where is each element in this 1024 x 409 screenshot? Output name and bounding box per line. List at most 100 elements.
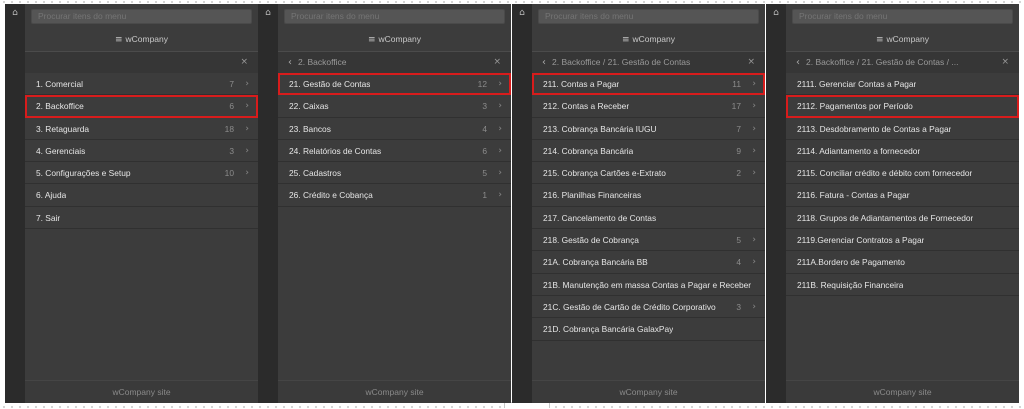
menu-item-label: 217. Cancelamento de Contas xyxy=(543,212,657,223)
home-icon[interactable]: ⌂ xyxy=(262,7,274,19)
menu-item[interactable]: 3. Retaguarda 18 › xyxy=(25,118,258,140)
submenu-count: 6 xyxy=(482,145,487,156)
menu-item-label: 211A.Bordero de Pagamento xyxy=(797,257,905,268)
search-input[interactable] xyxy=(284,9,505,24)
menu-panel: ⌂≡wCompany‹2. Backoffice / 21. Gestão de… xyxy=(512,4,765,403)
menu-panel: ⌂ ≡wCompany‹ 2. Backoffice / 21. Gestão de… xyxy=(766,4,1019,403)
menu-item[interactable]: 213. Cobrança Bancária IUGU 7 › xyxy=(532,118,765,140)
menu-item-label: 211. Contas a Pagar xyxy=(543,79,620,89)
menu-item-label: 2119.Gerenciar Contratos a Pagar xyxy=(797,235,925,246)
menu-path-header: ‹ 2. Backoffice / 21. Gestão de Contas / … xyxy=(786,52,1019,73)
menu-item[interactable]: 6. Ajuda xyxy=(25,184,258,207)
menu-item-label: 21B. Manutenção em massa Contas a Pagar … xyxy=(543,279,752,290)
menu-item[interactable]: 25. Cadastros 5 › xyxy=(278,162,511,185)
close-icon[interactable]: × xyxy=(240,52,248,73)
home-icon[interactable]: ⌂ xyxy=(770,7,782,19)
close-icon[interactable]: × xyxy=(493,52,501,73)
home-icon[interactable]: ⌂ xyxy=(516,7,528,19)
submenu-count: 11 xyxy=(732,79,741,89)
submenu-count: 2 xyxy=(736,168,741,179)
menu-item-label: 2111. Gerenciar Contas a Pagar xyxy=(797,79,917,89)
menu-item-label: 21C. Gestão de Cartão de Crédito Corpora… xyxy=(543,301,716,312)
submenu-count: 5 xyxy=(482,168,487,179)
menu-item[interactable]: 216. Planilhas Financeiras xyxy=(532,184,765,207)
menu-item-label: 24. Relatórios de Contas xyxy=(289,145,382,156)
menu-item[interactable]: 4. Gerenciais 3 › xyxy=(25,140,258,163)
brand-header[interactable]: ≡ wCompany xyxy=(278,28,511,50)
brand-label: wCompany xyxy=(378,34,422,44)
menu-item[interactable]: 21. Gestão de Contas 12 › xyxy=(278,73,511,96)
menu-item[interactable]: 2118. Grupos de Adiantamentos de Fornece… xyxy=(786,207,1019,230)
submenu-count: 3 xyxy=(482,101,487,112)
breadcrumb: 2. Backoffice xyxy=(298,57,347,67)
footer-link[interactable]: wCompany site xyxy=(25,380,258,403)
menu-icon: ≡ xyxy=(621,35,630,45)
menu-item-label: 7. Sair xyxy=(36,212,61,223)
submenu-count: 12 xyxy=(477,79,487,89)
menu-item[interactable]: 217. Cancelamento de Contas xyxy=(532,207,765,230)
menu-item[interactable]: 211A.Bordero de Pagamento xyxy=(786,251,1019,274)
menu-item-label: 2115. Conciliar crédito e débito com for… xyxy=(797,168,973,179)
menu-item[interactable]: 21D. Cobrança Bancária GalaxPay xyxy=(532,318,765,341)
chevron-right-icon: › xyxy=(245,145,249,156)
menu-item[interactable]: 2116. Fatura - Contas a Pagar xyxy=(786,184,1019,207)
menu-item[interactable]: 218. Gestão de Cobrança 5 › xyxy=(532,229,765,252)
breadcrumb: 2. Backoffice / 21. Gestão de Contas / .… xyxy=(806,57,959,67)
menu-item[interactable]: 211B. Requisição Financeira xyxy=(786,274,1019,296)
menu-item[interactable]: 7. Sair xyxy=(25,207,258,230)
back-chevron-icon[interactable]: ‹ xyxy=(288,52,292,73)
footer-link[interactable]: wCompany site xyxy=(532,380,765,403)
menu-content: ≡wCompany‹ 2. Backoffice ×21. Gestão de Co… xyxy=(278,4,511,403)
brand-header[interactable]: ≡ wCompany xyxy=(532,28,765,50)
menu-item[interactable]: 23. Bancos 4 › xyxy=(278,118,511,140)
menu-item-label: 23. Bancos xyxy=(289,123,331,134)
menu-item[interactable]: 21C. Gestão de Cartão de Crédito Corpora… xyxy=(532,296,765,319)
chevron-right-icon: › xyxy=(752,79,756,89)
submenu-count: 6 xyxy=(229,101,234,112)
menu-list: 1. Comercial 7 › 2. Backoffice 6 › 3. Retaguar… xyxy=(25,73,258,230)
close-icon[interactable]: × xyxy=(747,52,755,73)
search-input[interactable] xyxy=(792,9,1013,24)
menu-item[interactable]: 2. Backoffice 6 › xyxy=(25,95,258,118)
menu-item[interactable]: 24. Relatórios de Contas 6 › xyxy=(278,140,511,163)
footer-link[interactable]: wCompany site xyxy=(278,380,511,403)
menu-item[interactable]: 2115. Conciliar crédito e débito com for… xyxy=(786,162,1019,185)
menu-item[interactable]: 2112. Pagamentos por Período xyxy=(786,95,1019,118)
menu-item[interactable]: 214. Cobrança Bancária 9 › xyxy=(532,140,765,163)
menu-item[interactable]: 215. Cobrança Cartões e-Extrato 2 › xyxy=(532,162,765,185)
menu-item[interactable]: 2119.Gerenciar Contratos a Pagar xyxy=(786,229,1019,252)
menu-item[interactable]: 2113. Desdobramento de Contas a Pagar xyxy=(786,118,1019,140)
menu-item-label: 3. Retaguarda xyxy=(36,123,90,134)
menu-item[interactable]: 2111. Gerenciar Contas a Pagar xyxy=(786,73,1019,96)
menu-item-label: 22. Caixas xyxy=(289,101,329,112)
menu-item[interactable]: 21A. Cobrança Bancária BB 4 › xyxy=(532,251,765,274)
menu-item[interactable]: 22. Caixas 3 › xyxy=(278,95,511,118)
close-icon[interactable]: × xyxy=(1001,52,1009,73)
chevron-right-icon: › xyxy=(245,101,249,112)
search-input[interactable] xyxy=(31,9,252,24)
chevron-right-icon: › xyxy=(498,123,502,134)
brand-header[interactable]: ≡ wCompany xyxy=(25,28,258,50)
menu-item-label: 2113. Desdobramento de Contas a Pagar xyxy=(797,123,952,134)
footer-link[interactable]: wCompany site xyxy=(786,380,1019,403)
home-icon[interactable]: ⌂ xyxy=(9,7,21,19)
menu-item[interactable]: 1. Comercial 7 › xyxy=(25,73,258,96)
search-input[interactable] xyxy=(538,9,759,24)
side-rail: ⌂ xyxy=(766,4,786,403)
chevron-right-icon: › xyxy=(752,235,756,246)
submenu-count: 4 xyxy=(482,123,487,134)
brand-header[interactable]: ≡ wCompany xyxy=(786,28,1019,50)
menu-item[interactable]: 21B. Manutenção em massa Contas a Pagar … xyxy=(532,274,765,296)
menu-item[interactable]: 26. Crédito e Cobança 1 › xyxy=(278,184,511,207)
menu-item[interactable]: 5. Configurações e Setup 10 › xyxy=(25,162,258,185)
menu-item[interactable]: 212. Contas a Receber 17 › xyxy=(532,95,765,118)
submenu-count: 7 xyxy=(736,123,741,134)
menu-path-header: × xyxy=(25,52,258,73)
chevron-right-icon: › xyxy=(752,123,756,134)
back-chevron-icon[interactable]: ‹ xyxy=(542,52,546,73)
back-chevron-icon[interactable]: ‹ xyxy=(796,52,800,73)
menu-item[interactable]: 211. Contas a Pagar 11 › xyxy=(532,73,765,96)
submenu-count: 7 xyxy=(229,79,234,89)
submenu-count: 5 xyxy=(736,235,741,246)
menu-item[interactable]: 2114. Adiantamento a fornecedor xyxy=(786,140,1019,163)
